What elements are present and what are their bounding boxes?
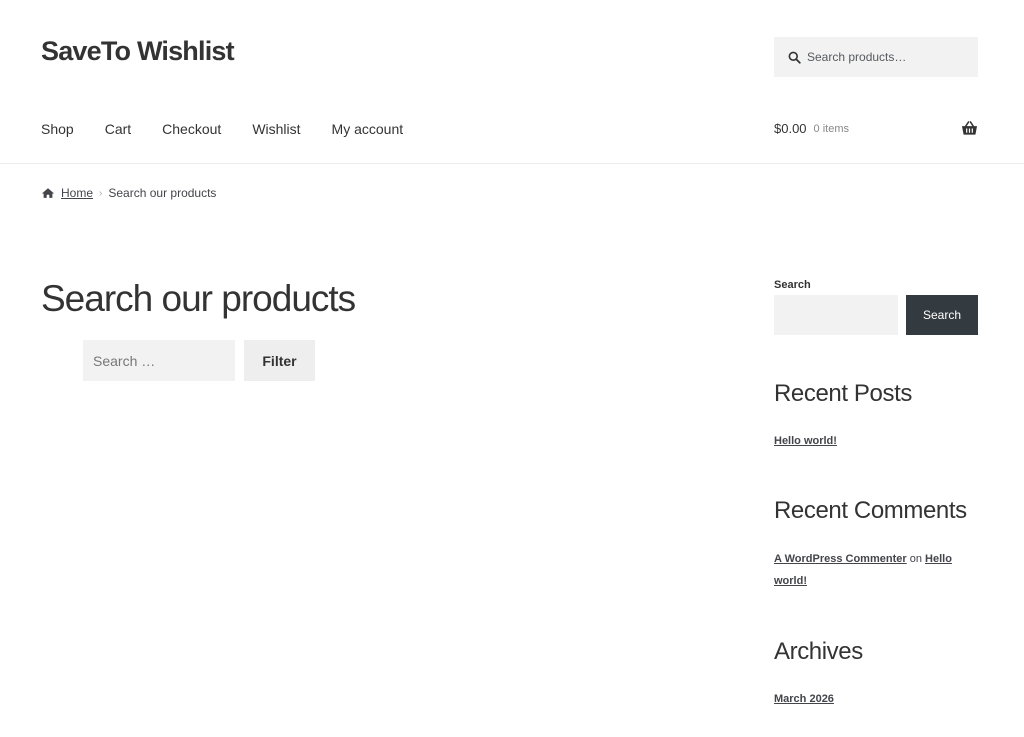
breadcrumb: Home › Search our products [41, 186, 216, 200]
comment-author-link[interactable]: A WordPress Commenter [774, 553, 907, 565]
header-search-field[interactable]: Search products… [774, 37, 978, 77]
nav-item-wishlist[interactable]: Wishlist [252, 121, 300, 137]
recent-post-link[interactable]: Hello world! [774, 435, 837, 447]
site-header: SaveTo Wishlist Search products… Shop Ca… [0, 0, 1024, 164]
sidebar-search-input[interactable] [774, 295, 898, 335]
home-icon [41, 188, 55, 198]
breadcrumb-current: Search our products [108, 186, 217, 200]
product-search-input[interactable]: Search … [83, 340, 235, 381]
comment-connector: on [909, 553, 922, 565]
breadcrumb-separator: › [99, 187, 103, 199]
cart-item-count: 0 items [813, 122, 850, 135]
archive-link[interactable]: March 2026 [774, 693, 834, 705]
sidebar-search-label: Search [774, 279, 811, 291]
archives-title: Archives [774, 638, 863, 665]
recent-comment-item: A WordPress Commenter on Hello world! [774, 548, 978, 592]
cart-amount: $0.00 [774, 121, 807, 136]
header-search-placeholder: Search products… [807, 50, 907, 64]
search-icon [788, 51, 801, 64]
sidebar-search-button[interactable]: Search [906, 295, 978, 335]
product-search-placeholder: Search … [93, 352, 156, 369]
basket-icon[interactable] [961, 121, 978, 136]
nav-item-shop[interactable]: Shop [41, 121, 74, 137]
header-cart-link[interactable]: $0.00 0 items [774, 121, 978, 136]
nav-item-my-account[interactable]: My account [332, 121, 404, 137]
filter-button[interactable]: Filter [244, 340, 315, 381]
product-filter-form: Search … Filter [83, 340, 315, 381]
recent-posts-title: Recent Posts [774, 380, 912, 407]
page-title: Search our products [41, 278, 356, 319]
primary-navigation: Shop Cart Checkout Wishlist My account [41, 121, 434, 137]
site-title[interactable]: SaveTo Wishlist [41, 36, 235, 67]
nav-item-checkout[interactable]: Checkout [162, 121, 221, 137]
breadcrumb-home-link[interactable]: Home [61, 186, 93, 200]
recent-comments-title: Recent Comments [774, 497, 967, 524]
nav-item-cart[interactable]: Cart [105, 121, 131, 137]
